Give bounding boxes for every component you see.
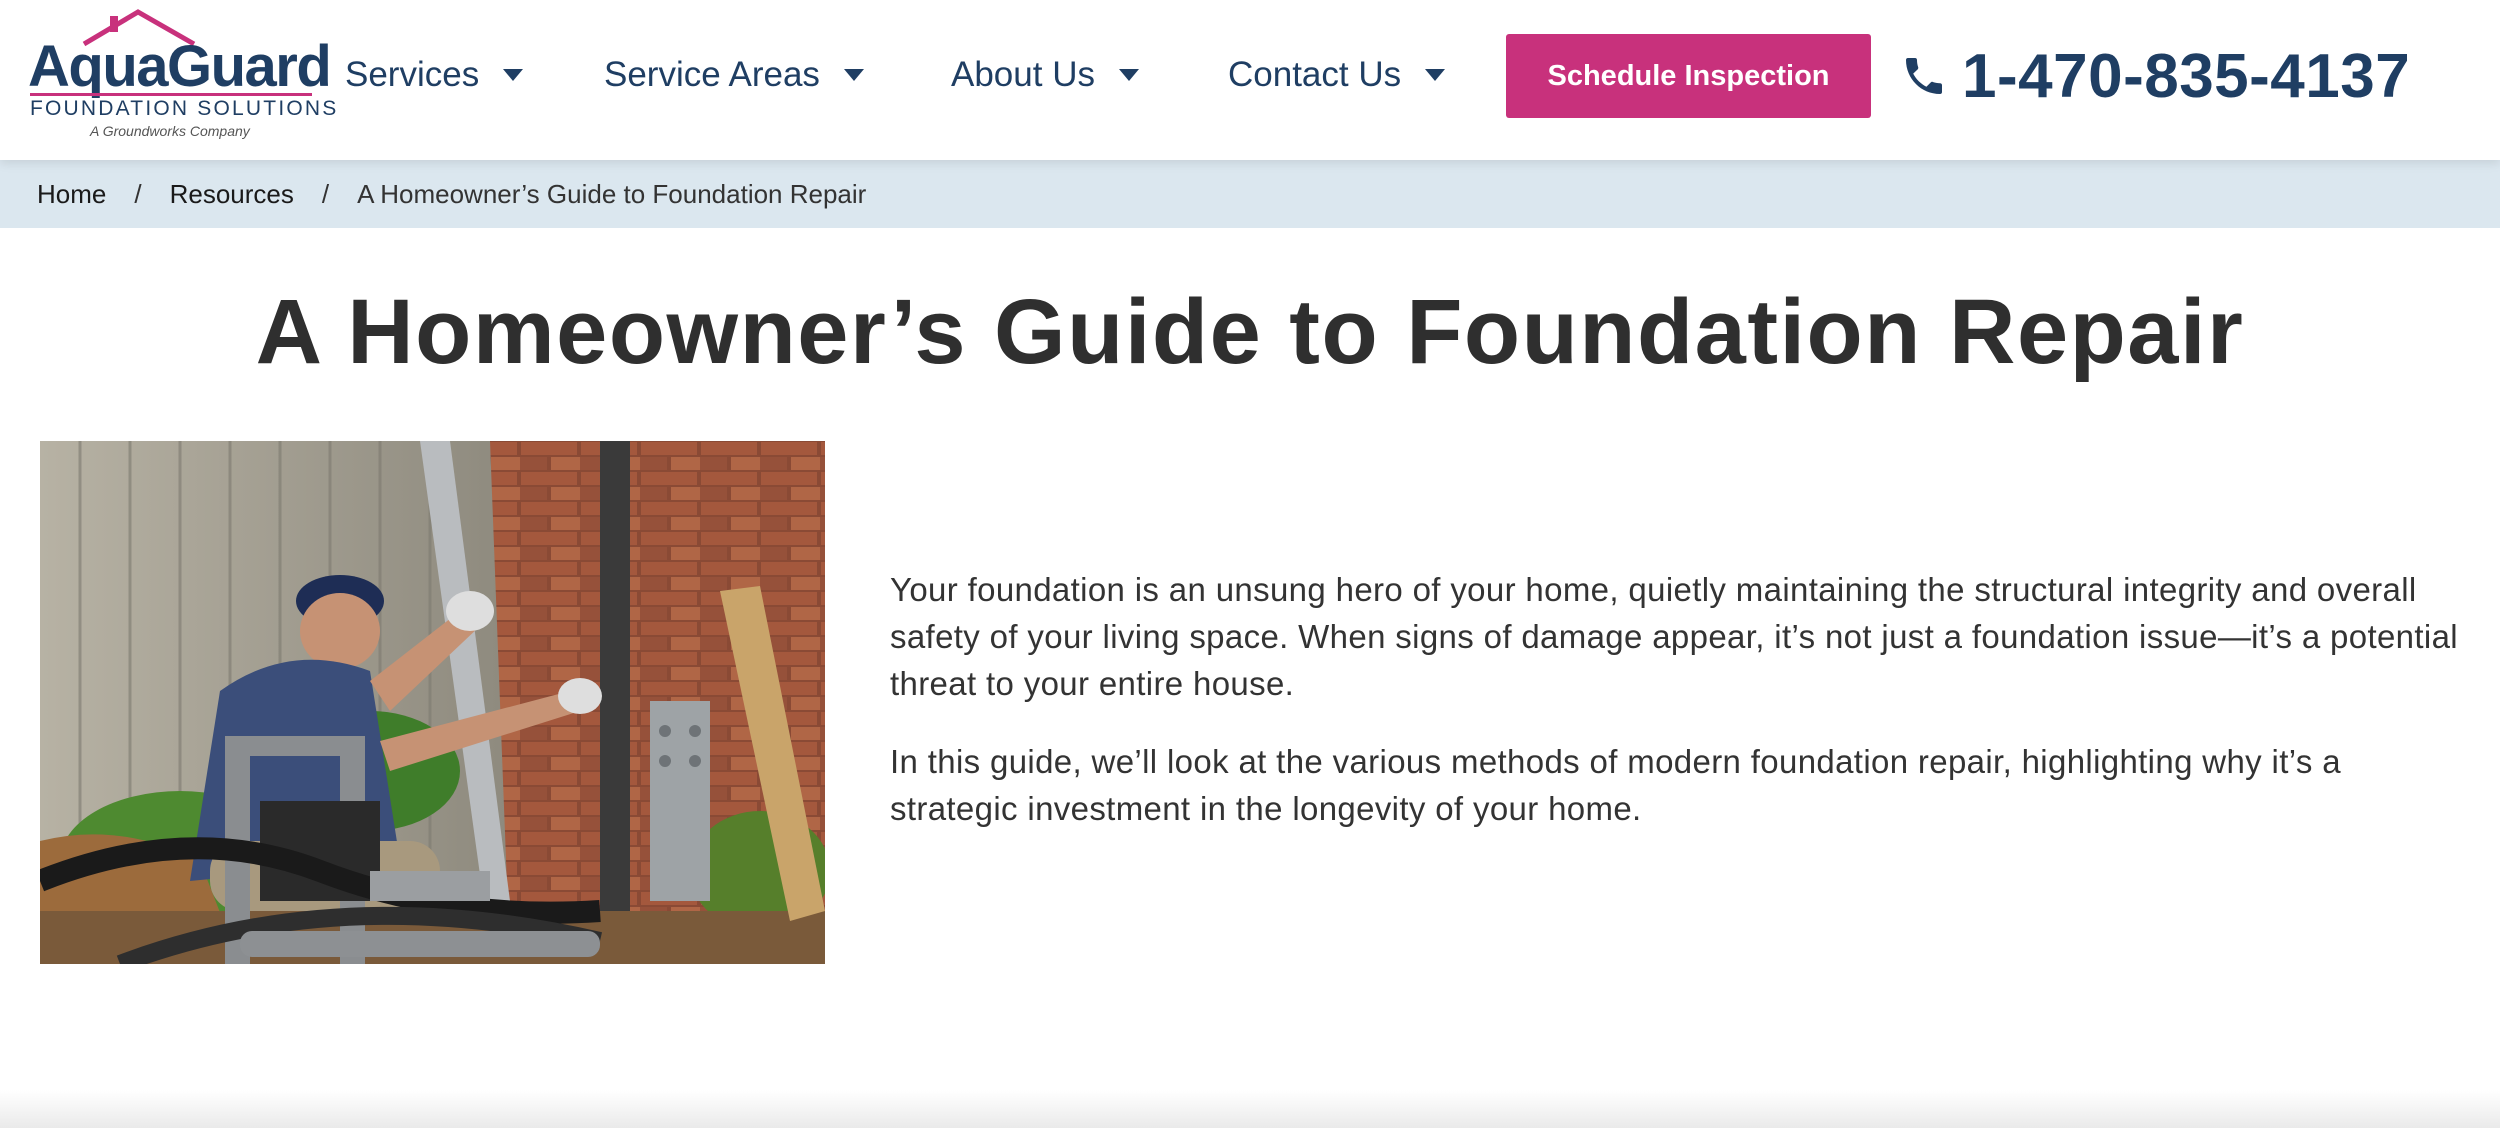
intro-paragraph: Your foundation is an unsung hero of you…: [890, 571, 2458, 702]
nav-about-us[interactable]: About Us: [951, 50, 1139, 100]
logo-tagline: A Groundworks Company: [90, 123, 250, 139]
nav-services-label: Services: [345, 55, 480, 94]
breadcrumb-home[interactable]: Home: [37, 179, 106, 210]
page-title: A Homeowner’s Guide to Foundation Repair: [255, 281, 2245, 383]
breadcrumb-current: A Homeowner’s Guide to Foundation Repair: [357, 178, 867, 209]
breadcrumb: Home / Resources / A Homeowner’s Guide t…: [0, 160, 2500, 228]
schedule-inspection-button[interactable]: Schedule Inspection: [1506, 34, 1871, 118]
nav-about-us-label: About Us: [951, 55, 1095, 94]
breadcrumb-separator: /: [134, 178, 142, 209]
logo-subtitle: FOUNDATION SOLUTIONS: [30, 97, 339, 120]
site-header: AquaGuard FOUNDATION SOLUTIONS A Groundw…: [0, 0, 2500, 160]
chevron-down-icon: [1118, 69, 1139, 81]
nav-contact-us-label: Contact Us: [1228, 55, 1402, 94]
chevron-down-icon: [843, 69, 864, 81]
nav-contact-us[interactable]: Contact Us: [1228, 50, 1446, 100]
nav-service-areas[interactable]: Service Areas: [604, 50, 864, 100]
chevron-down-icon: [503, 69, 524, 81]
breadcrumb-separator: /: [321, 178, 330, 209]
worker-installing-foundation-pier-photo: [40, 441, 825, 964]
phone-number: 1-470-835-4137: [1962, 41, 2411, 111]
phone-link[interactable]: 1-470-835-4137: [1900, 40, 2410, 112]
section-divider-shadow: [0, 1090, 2500, 1128]
logo-underline: [30, 93, 312, 96]
article-intro: Your foundation is an unsung hero of you…: [890, 566, 2470, 863]
chevron-down-icon: [1425, 69, 1446, 81]
aquaguard-logo[interactable]: AquaGuard FOUNDATION SOLUTIONS A Groundw…: [28, 8, 336, 139]
hero-image: [40, 441, 825, 964]
logo-guard-text: Guard: [167, 34, 332, 99]
logo-wordmark: AquaGuard: [28, 38, 332, 96]
intro-paragraph: In this guide, we’ll look at the various…: [890, 743, 2341, 827]
nav-services[interactable]: Services: [345, 50, 524, 100]
nav-service-areas-label: Service Areas: [604, 55, 820, 94]
breadcrumb-resources[interactable]: Resources: [170, 179, 294, 210]
phone-icon: [1906, 58, 1942, 94]
logo-aqua-text: Aqua: [28, 34, 169, 99]
